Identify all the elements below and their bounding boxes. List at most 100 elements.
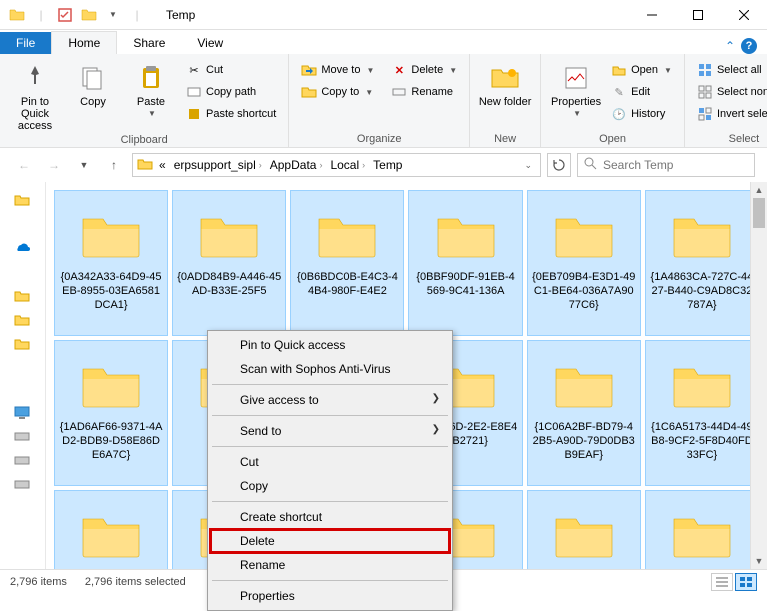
menu-copy[interactable]: Copy [210, 474, 450, 498]
breadcrumb-prefix[interactable]: « [157, 158, 168, 172]
back-button[interactable]: ← [12, 153, 36, 177]
minimize-button[interactable] [629, 0, 675, 30]
nav-onedrive-icon[interactable] [14, 240, 32, 258]
nav-drive-icon[interactable] [14, 478, 32, 496]
qat-properties-icon[interactable] [54, 4, 76, 26]
copy-button[interactable]: Copy [66, 58, 120, 108]
select-none-button[interactable]: Select none [693, 82, 767, 102]
status-selected-count: 2,796 items selected [85, 576, 186, 588]
refresh-button[interactable] [547, 153, 571, 177]
up-button[interactable]: ↑ [102, 153, 126, 177]
address-dropdown-icon[interactable]: ⌄ [524, 160, 536, 171]
edit-button[interactable]: ✎Edit [607, 82, 676, 102]
pin-to-quick-access-button[interactable]: Pin to Quick access [8, 58, 62, 132]
folder-item[interactable]: {1A4863CA-727C-4427-B440-C9AD8C32787A} [645, 190, 759, 336]
folder-icon [552, 509, 616, 561]
address-bar[interactable]: « erpsupport_sipl› AppData› Local› Temp … [132, 153, 541, 177]
nav-folder-icon[interactable] [14, 288, 32, 306]
recent-dropdown[interactable]: ▼ [72, 153, 96, 177]
edit-icon: ✎ [611, 84, 627, 100]
menu-cut[interactable]: Cut [210, 450, 450, 474]
tab-view[interactable]: View [181, 32, 239, 54]
menu-scan-antivirus[interactable]: Scan with Sophos Anti-Virus [210, 357, 450, 381]
menu-delete[interactable]: Delete [210, 529, 450, 553]
nav-folder-icon[interactable] [14, 336, 32, 354]
folder-item[interactable]: {0A342A33-64D9-45EB-8955-03EA6581DCA1} [54, 190, 168, 336]
nav-folder-icon[interactable] [14, 312, 32, 330]
menu-give-access-to[interactable]: Give access to [210, 388, 450, 412]
paste-shortcut-icon [186, 106, 202, 122]
forward-button[interactable]: → [42, 153, 66, 177]
folder-item[interactable]: {1AD6AF66-9371-4AD2-BDB9-D58E86DE6A7C} [54, 340, 168, 486]
tab-share[interactable]: Share [117, 32, 181, 54]
folder-item[interactable]: {0ADD84B9-A446-45AD-B33E-25F5 [172, 190, 286, 336]
copy-to-button[interactable]: Copy to▼ [297, 82, 378, 102]
window-controls [629, 0, 767, 30]
folder-item[interactable]: {0EB709B4-E3D1-49C1-BE64-036A7A9077C6} [527, 190, 641, 336]
new-folder-button[interactable]: New folder [478, 58, 532, 108]
vertical-scrollbar[interactable]: ▲ ▼ [750, 182, 767, 569]
menu-properties[interactable]: Properties [210, 584, 450, 608]
folder-icon [552, 359, 616, 411]
group-label: Organize [297, 131, 461, 145]
breadcrumb-item[interactable]: Local› [328, 158, 367, 172]
search-placeholder: Search Temp [603, 158, 673, 172]
collapse-ribbon-icon[interactable]: ⌃ [725, 39, 735, 53]
breadcrumb-item[interactable]: erpsupport_sipl› [172, 158, 264, 172]
qat-dropdown-icon[interactable]: ▼ [102, 4, 124, 26]
label: New folder [479, 96, 532, 108]
breadcrumb-item[interactable]: AppData› [268, 158, 325, 172]
folder-item[interactable] [54, 490, 168, 569]
properties-button[interactable]: Properties▼ [549, 58, 603, 119]
paste-shortcut-button[interactable]: Paste shortcut [182, 104, 280, 124]
qat-separator: | [126, 4, 148, 26]
select-all-button[interactable]: Select all [693, 60, 767, 80]
label: Paste [137, 96, 165, 108]
history-button[interactable]: 🕑History [607, 104, 676, 124]
icons-view-button[interactable] [735, 573, 757, 591]
address-row: ← → ▼ ↑ « erpsupport_sipl› AppData› Loca… [0, 148, 767, 182]
menu-create-shortcut[interactable]: Create shortcut [210, 505, 450, 529]
folder-item[interactable]: {1C06A2BF-BD79-42B5-A90D-79D0DB3B9EAF} [527, 340, 641, 486]
maximize-button[interactable] [675, 0, 721, 30]
copy-path-button[interactable]: Copy path [182, 82, 280, 102]
folder-icon [670, 209, 734, 261]
delete-button[interactable]: ✕Delete▼ [387, 60, 461, 80]
scroll-up-icon[interactable]: ▲ [751, 182, 767, 198]
menu-send-to[interactable]: Send to [210, 419, 450, 443]
move-to-button[interactable]: Move to▼ [297, 60, 378, 80]
search-input[interactable]: Search Temp [577, 153, 755, 177]
folder-item[interactable] [645, 490, 759, 569]
nav-thispc-icon[interactable] [14, 406, 32, 424]
invert-selection-button[interactable]: Invert selection [693, 104, 767, 124]
scroll-down-icon[interactable]: ▼ [751, 553, 767, 569]
breadcrumb-item[interactable]: Temp [371, 158, 404, 172]
close-button[interactable] [721, 0, 767, 30]
folder-item[interactable] [527, 490, 641, 569]
scroll-thumb[interactable] [753, 198, 765, 228]
details-view-button[interactable] [711, 573, 733, 591]
label: History [631, 108, 665, 120]
help-icon[interactable]: ? [741, 38, 757, 54]
menu-rename[interactable]: Rename [210, 553, 450, 577]
label: Copy path [206, 86, 256, 98]
tab-home[interactable]: Home [51, 31, 117, 54]
label: Select all [717, 64, 762, 76]
nav-folder-icon[interactable] [14, 192, 32, 210]
menu-pin-to-quick-access[interactable]: Pin to Quick access [210, 333, 450, 357]
folder-item[interactable]: {0BBF90DF-91EB-4569-9C41-136A [408, 190, 522, 336]
nav-drive-icon[interactable] [14, 454, 32, 472]
ribbon-group-organize: Move to▼ Copy to▼ ✕Delete▼ Rename Organi… [289, 54, 470, 147]
navigation-pane[interactable] [0, 182, 46, 569]
folder-icon [79, 359, 143, 411]
rename-button[interactable]: Rename [387, 82, 461, 102]
group-label: Select [693, 131, 767, 145]
paste-button[interactable]: Paste▼ [124, 58, 178, 119]
folder-name: {1C6A5173-44D4-49B8-9CF2-5F8D40FD33FC} [650, 421, 754, 462]
tab-file[interactable]: File [0, 32, 51, 54]
folder-item[interactable]: {0B6BDC0B-E4C3-44B4-980F-E4E2 [290, 190, 404, 336]
nav-drive-icon[interactable] [14, 430, 32, 448]
cut-button[interactable]: ✂Cut [182, 60, 280, 80]
folder-item[interactable]: {1C6A5173-44D4-49B8-9CF2-5F8D40FD33FC} [645, 340, 759, 486]
open-button[interactable]: Open▼ [607, 60, 676, 80]
